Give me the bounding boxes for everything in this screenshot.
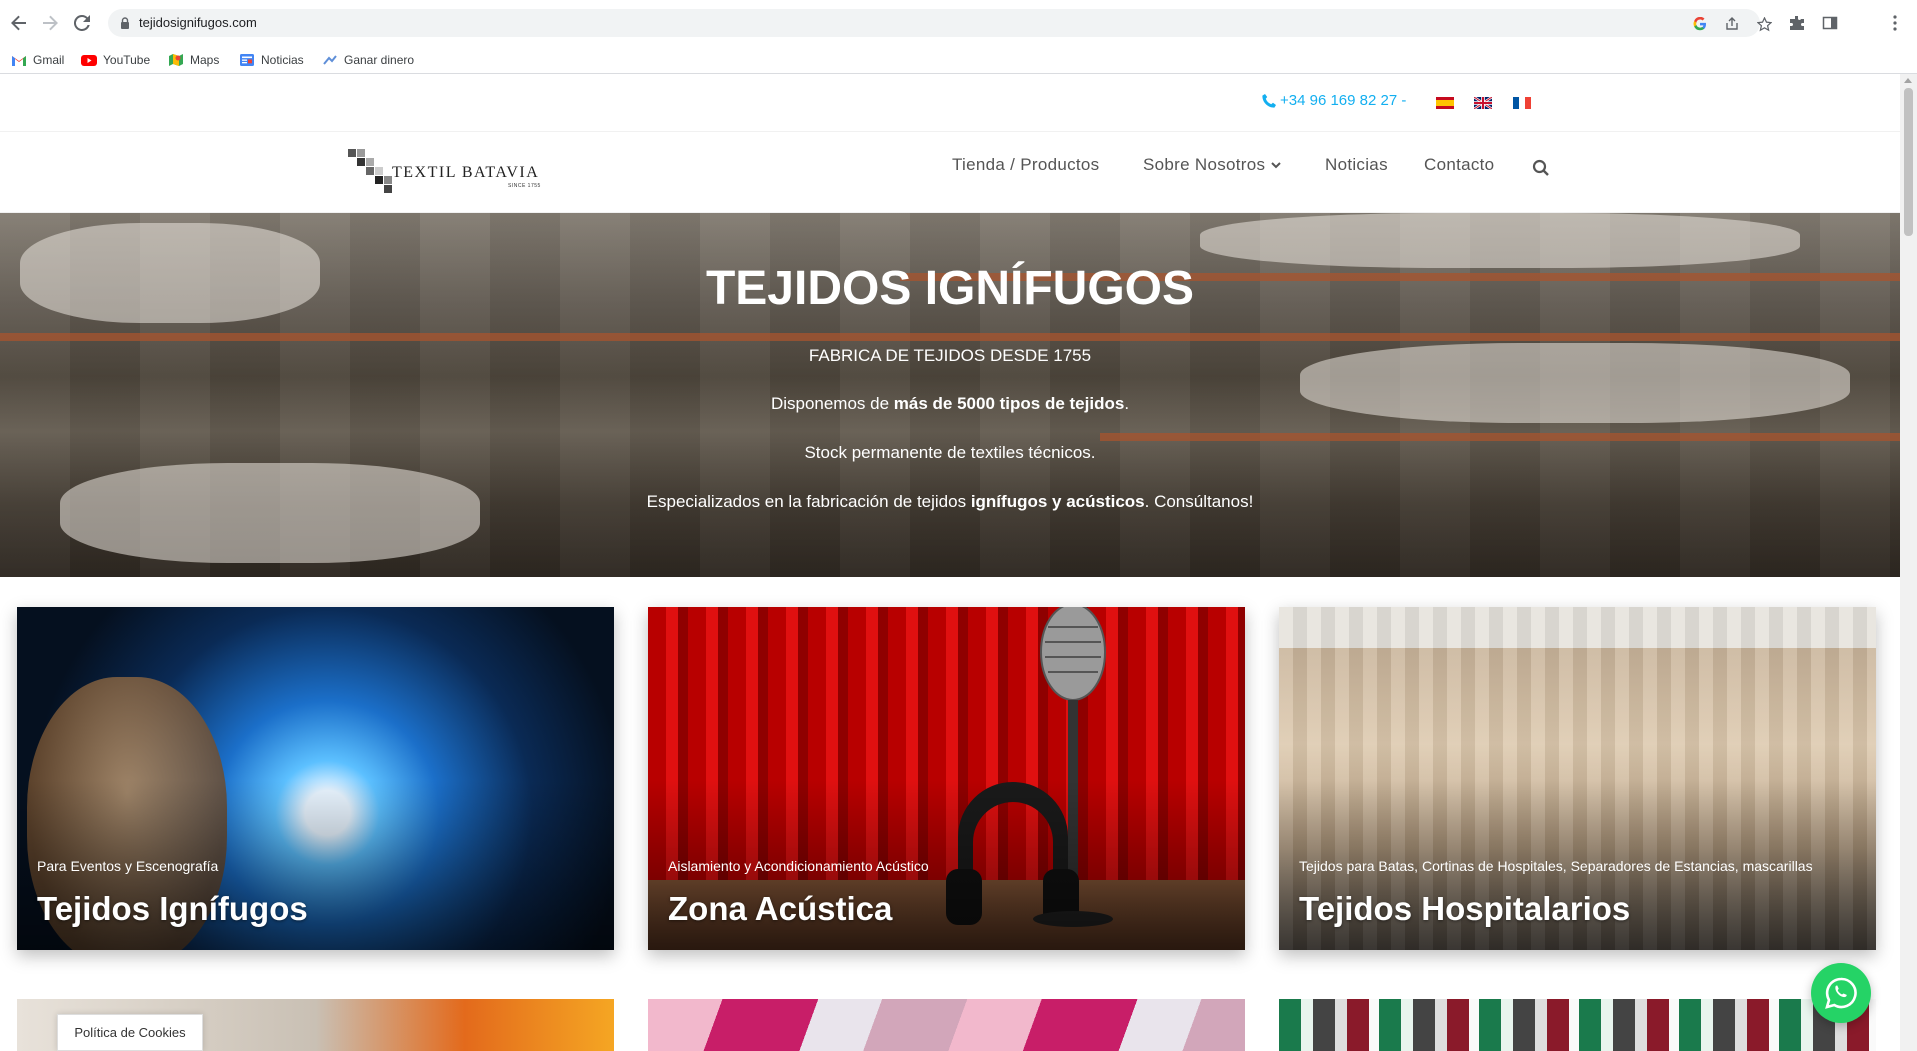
bookmarks-bar: Gmail YouTube Maps Noticias Ganar dinero [0,46,1917,74]
webpage: +34 96 169 82 27 - TEXTIL BATAVIA SINCE … [0,74,1900,1051]
logo-text: TEXTIL BATAVIA [392,164,540,181]
phone-icon [1262,93,1276,108]
ganar-dinero-icon [322,53,338,67]
bookmark-maps[interactable]: Maps [168,50,219,70]
site-header: TEXTIL BATAVIA SINCE 1755 Tienda / Produ… [0,133,1900,213]
category-card-zona-acustica[interactable]: Aislamiento y Acondicionamiento Acústico… [648,607,1245,950]
lock-icon [121,17,129,29]
bookmark-ganar-dinero[interactable]: Ganar dinero [322,50,414,70]
hero-title: TEJIDOS IGNÍFUGOS [705,262,1195,315]
card-subtitle: Tejidos para Batas, Cortinas de Hospital… [1299,858,1813,874]
top-bar: +34 96 169 82 27 - [0,74,1900,132]
google-icon[interactable] [1692,16,1708,32]
hero-line-4: Especializados en la fabricación de teji… [646,492,1254,511]
fabric-rolls-decoration [1200,213,1800,268]
back-icon[interactable] [7,11,31,35]
bookmark-noticias[interactable]: Noticias [239,50,304,70]
card-subtitle: Para Eventos y Escenografía [37,858,219,874]
logo-since: SINCE 1755 [508,183,541,189]
share-icon[interactable] [1724,16,1740,32]
page-scrollbar[interactable] [1900,74,1917,1051]
chevron-down-icon [1271,162,1282,169]
category-card-row2-2[interactable] [648,999,1245,1051]
bookmark-gmail[interactable]: Gmail [11,50,64,70]
shelf-decoration [1100,433,1900,441]
browser-toolbar: tejidosignifugos.com [0,0,1917,46]
browser-chrome: tejidosignifugos.com Gmail YouTube Maps … [0,0,1917,74]
address-bar[interactable]: tejidosignifugos.com [108,9,1772,37]
nav-contacto[interactable]: Contacto [1424,155,1494,175]
forward-icon[interactable] [38,11,62,35]
nav-noticias[interactable]: Noticias [1325,155,1388,175]
news-icon [239,53,255,67]
whatsapp-button[interactable] [1811,963,1871,1023]
card-title: Zona Acústica [668,890,893,927]
site-logo[interactable]: TEXTIL BATAVIA SINCE 1755 [348,147,553,195]
bookmark-youtube[interactable]: YouTube [81,50,150,70]
category-card-row2-3[interactable] [1279,999,1876,1051]
gmail-icon [11,53,27,67]
hero-line-1: FABRICA DE TEJIDOS DESDE 1755 [808,346,1092,365]
extensions-icon[interactable] [1786,12,1808,34]
phone-link[interactable]: +34 96 169 82 27 - [1262,92,1406,109]
category-card-tejidos-ignifugos[interactable]: Para Eventos y Escenografía Tejidos Igní… [17,607,614,950]
scroll-up-arrow-icon[interactable] [1904,78,1912,83]
search-icon[interactable] [1532,159,1550,177]
star-icon[interactable] [1756,16,1772,32]
hero-line-3: Stock permanente de textiles técnicos. [804,443,1096,462]
cookie-policy-button[interactable]: Política de Cookies [57,1014,203,1051]
card-title: Tejidos Hospitalarios [1299,890,1631,927]
shelf-decoration [0,333,1900,341]
whatsapp-icon [1825,977,1857,1009]
side-panel-icon[interactable] [1819,12,1841,34]
kebab-menu-icon[interactable] [1884,12,1906,34]
es-flag-icon[interactable] [1436,96,1454,109]
url-text: tejidosignifugos.com [139,15,257,30]
fr-flag-icon[interactable] [1513,96,1531,109]
reload-icon[interactable] [70,11,94,35]
category-card-tejidos-hospitalarios[interactable]: Tejidos para Batas, Cortinas de Hospital… [1279,607,1876,950]
nav-tienda-productos[interactable]: Tienda / Productos [952,155,1099,175]
nav-sobre-nosotros[interactable]: Sobre Nosotros [1143,155,1282,175]
card-subtitle: Aislamiento y Acondicionamiento Acústico [668,858,929,874]
hero-banner: TEJIDOS IGNÍFUGOS FABRICA DE TEJIDOS DES… [0,213,1900,577]
youtube-icon [81,53,97,67]
scrollbar-thumb[interactable] [1904,88,1913,236]
fabric-rolls-decoration [60,463,480,563]
hero-line-2: Disponemos de más de 5000 tipos de tejid… [770,394,1130,413]
maps-icon [168,53,184,67]
card-title: Tejidos Ignífugos [37,890,308,927]
uk-flag-icon[interactable] [1473,96,1493,110]
